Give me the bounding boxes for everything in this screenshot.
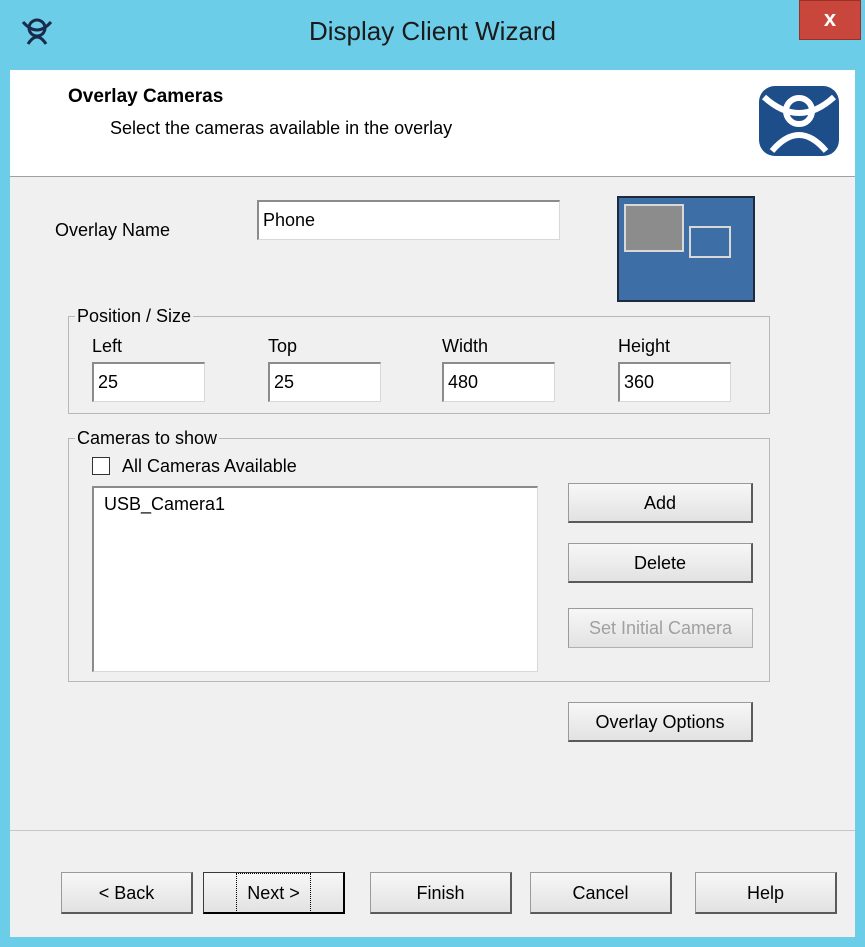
width-input[interactable] (442, 362, 555, 402)
finish-button-label: Finish (416, 883, 465, 903)
list-item[interactable]: USB_Camera1 (104, 494, 225, 515)
left-label: Left (92, 336, 123, 356)
height-label: Height (618, 336, 671, 356)
preview-overlay-window (689, 226, 731, 258)
overlay-preview (617, 196, 755, 302)
page-title: Overlay Cameras (68, 86, 224, 107)
left-input[interactable] (92, 362, 205, 402)
add-button-label: Add (643, 493, 677, 513)
window-title: Display Client Wizard (308, 16, 557, 46)
height-input[interactable] (618, 362, 731, 402)
page-subtitle: Select the cameras available in the over… (110, 118, 453, 138)
help-button-label: Help (746, 883, 785, 903)
all-cameras-checkbox[interactable] (92, 457, 110, 475)
cancel-button[interactable]: Cancel (530, 872, 672, 914)
preview-main-window (624, 204, 684, 252)
add-button[interactable]: Add (568, 483, 753, 523)
help-button[interactable]: Help (695, 872, 837, 914)
overlay-name-label: Overlay Name (55, 220, 171, 240)
back-button[interactable]: < Back (61, 872, 193, 914)
cameras-legend: Cameras to show (75, 428, 220, 449)
wizard-window: Display Client Wizard x Overlay Cameras … (0, 0, 865, 947)
overlay-options-button[interactable]: Overlay Options (568, 702, 753, 742)
position-size-legend: Position / Size (75, 306, 194, 327)
top-label: Top (268, 336, 298, 356)
thinmanager-logo-icon (759, 86, 839, 156)
all-cameras-label[interactable]: All Cameras Available (122, 456, 297, 477)
dialog-body: Overlay Cameras Select the cameras avail… (10, 70, 855, 937)
cancel-button-label: Cancel (572, 883, 629, 903)
close-button[interactable]: x (799, 0, 861, 40)
width-label: Width (442, 336, 489, 356)
wizard-header: Overlay Cameras Select the cameras avail… (10, 70, 855, 177)
set-initial-camera-label: Set Initial Camera (588, 618, 733, 638)
set-initial-camera-button[interactable]: Set Initial Camera (568, 608, 753, 648)
finish-button[interactable]: Finish (370, 872, 512, 914)
delete-button-label: Delete (633, 553, 687, 573)
title-bar[interactable]: Display Client Wizard x (0, 0, 865, 70)
camera-list[interactable]: USB_Camera1 (92, 486, 538, 672)
next-button-label: Next > (236, 873, 311, 913)
delete-button[interactable]: Delete (568, 543, 753, 583)
back-button-label: < Back (98, 883, 155, 903)
footer-divider (10, 830, 855, 831)
next-button[interactable]: Next > (203, 872, 345, 914)
overlay-name-input[interactable] (257, 200, 560, 240)
top-input[interactable] (268, 362, 381, 402)
overlay-options-label: Overlay Options (595, 712, 725, 732)
